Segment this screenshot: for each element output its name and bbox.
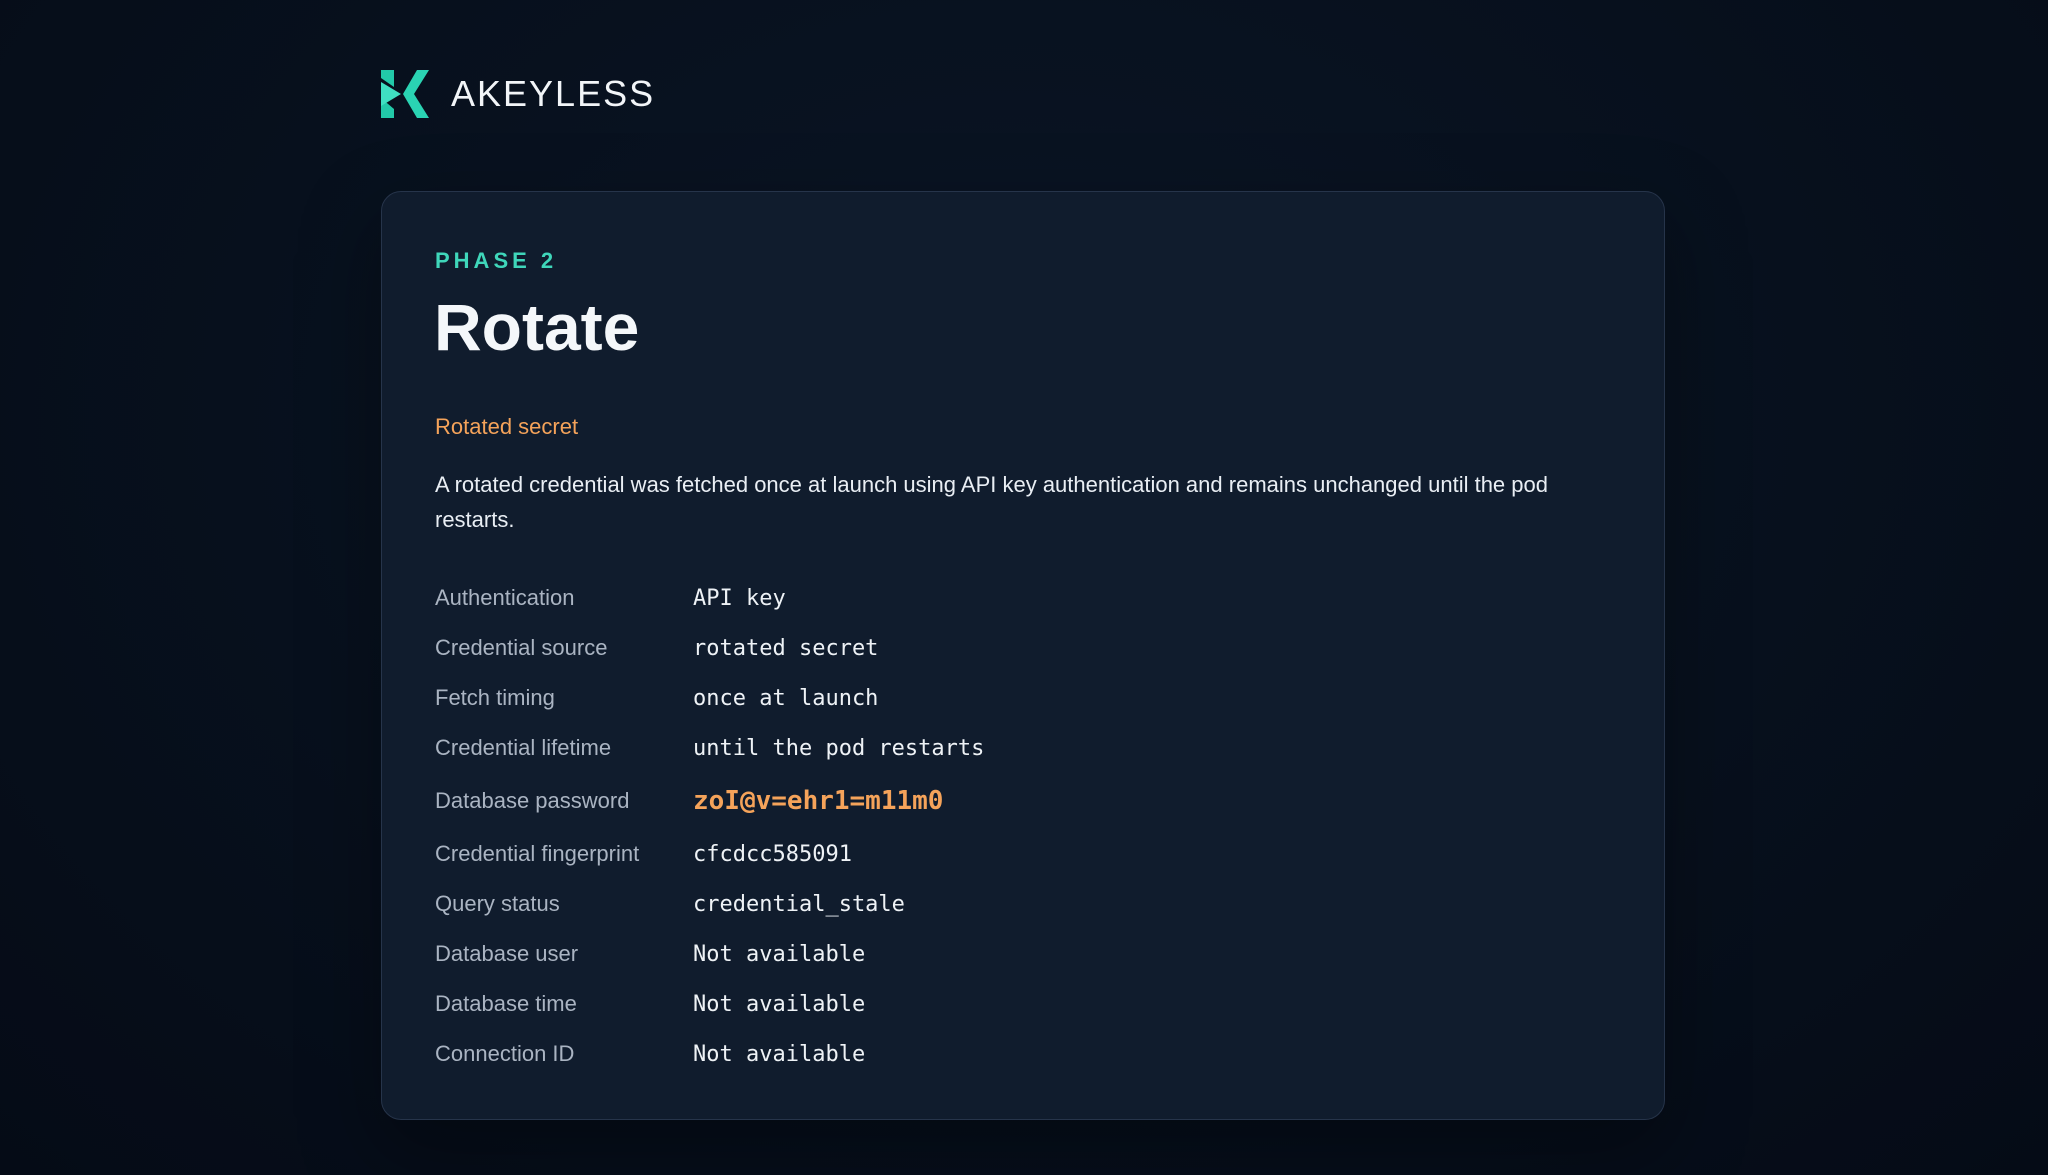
detail-value: Not available: [693, 991, 866, 1017]
detail-value: Not available: [693, 1041, 866, 1067]
details-list: Authentication API key Credential source…: [435, 573, 1605, 1079]
detail-row-database-time: Database time Not available: [435, 979, 1605, 1029]
detail-row-authentication: Authentication API key: [435, 573, 1605, 623]
phase-card: PHASE 2 Rotate Rotated secret A rotated …: [381, 191, 1665, 1120]
detail-label: Query status: [435, 891, 560, 916]
detail-label: Credential fingerprint: [435, 841, 640, 866]
detail-row-connection-id: Connection ID Not available: [435, 1029, 1605, 1079]
detail-value: cfcdcc585091: [693, 841, 852, 867]
detail-row-credential-source: Credential source rotated secret: [435, 623, 1605, 673]
brand-logo: AKEYLESS: [381, 70, 655, 118]
page-title: Rotate: [434, 290, 640, 364]
detail-label: Database user: [435, 941, 579, 966]
detail-value: Not available: [693, 941, 866, 967]
detail-value: rotated secret: [693, 635, 879, 661]
phase-label: PHASE 2: [435, 248, 558, 273]
detail-label: Database password: [435, 788, 630, 813]
detail-label: Database time: [435, 991, 577, 1016]
detail-label: Fetch timing: [435, 685, 555, 710]
detail-row-database-user: Database user Not available: [435, 929, 1605, 979]
detail-row-credential-lifetime: Credential lifetime until the pod restar…: [435, 723, 1605, 773]
database-password-value: zoI@v=ehr1=m11m0: [693, 786, 944, 816]
detail-label: Credential lifetime: [435, 735, 612, 760]
detail-row-database-password: Database password zoI@v=ehr1=m11m0: [435, 773, 1605, 829]
brand-name: AKEYLESS: [451, 73, 656, 114]
detail-value: until the pod restarts: [693, 735, 985, 761]
card-subtitle: Rotated secret: [435, 414, 579, 439]
detail-row-credential-fingerprint: Credential fingerprint cfcdcc585091: [435, 829, 1605, 879]
card-description: A rotated credential was fetched once at…: [435, 472, 1548, 532]
akeyless-logo-icon: [381, 70, 429, 118]
detail-value: credential_stale: [693, 891, 905, 917]
detail-row-query-status: Query status credential_stale: [435, 879, 1605, 929]
detail-label: Authentication: [435, 585, 575, 610]
detail-value: API key: [693, 585, 786, 611]
detail-row-fetch-timing: Fetch timing once at launch: [435, 673, 1605, 723]
detail-label: Credential source: [435, 635, 608, 660]
detail-value: once at launch: [693, 685, 879, 711]
detail-label: Connection ID: [435, 1041, 575, 1066]
